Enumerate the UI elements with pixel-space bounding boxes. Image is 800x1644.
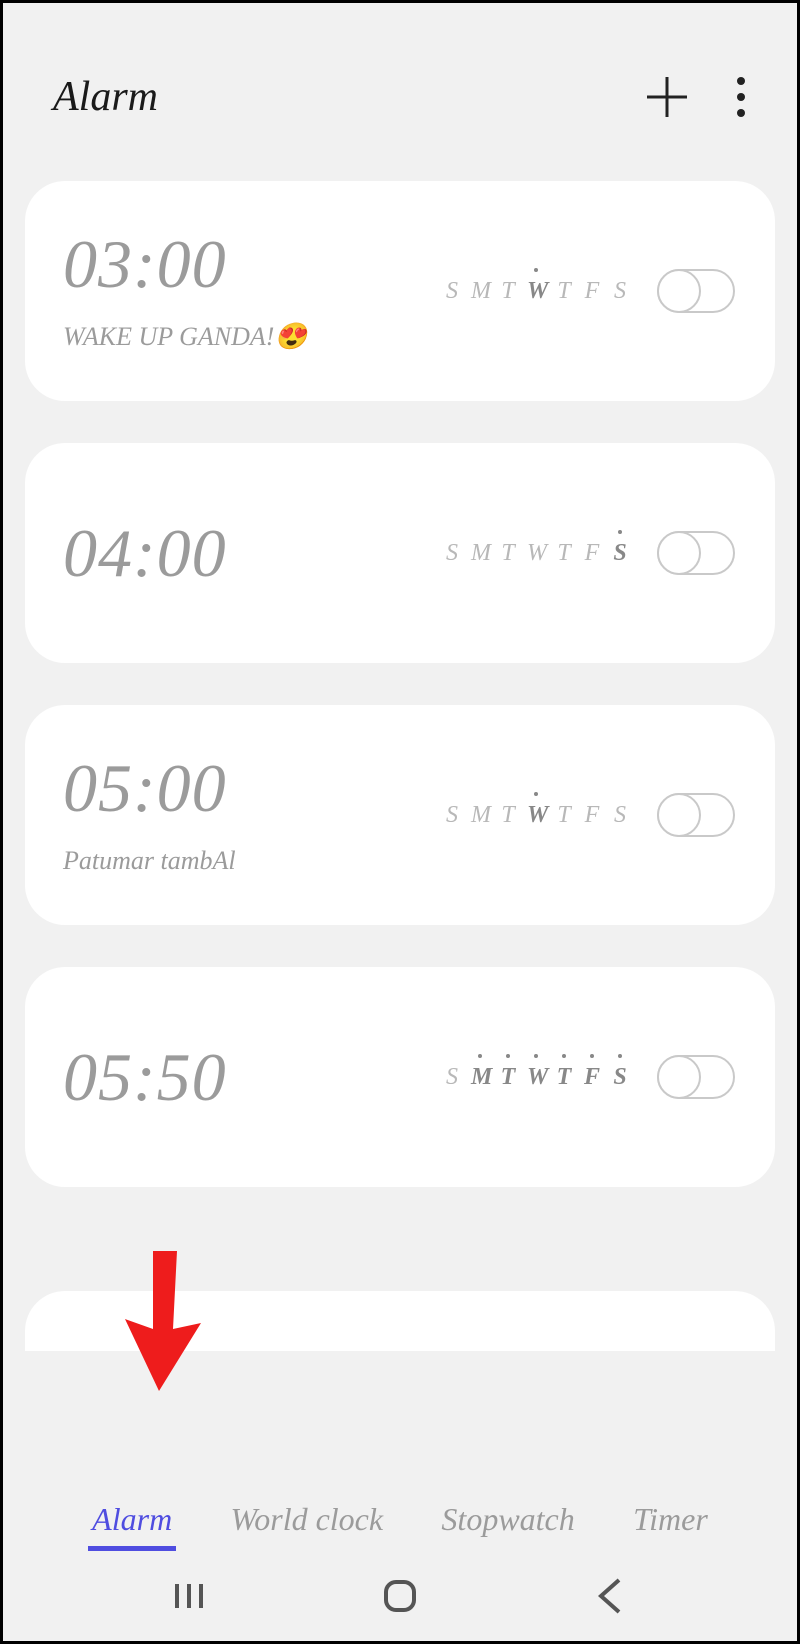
day-letter: T <box>555 802 573 829</box>
more-vertical-icon <box>736 75 746 119</box>
header: Alarm <box>3 3 797 181</box>
alarm-toggle[interactable] <box>657 793 735 837</box>
day-letter: W <box>527 540 545 567</box>
home-icon <box>380 1576 420 1616</box>
day-letter: F <box>583 1064 601 1091</box>
alarm-time: 05:50 <box>63 1043 443 1111</box>
day-letter: W <box>527 1064 545 1091</box>
more-options-button[interactable] <box>725 73 757 121</box>
page-title: Alarm <box>53 73 643 121</box>
alarm-time: 04:00 <box>63 519 443 587</box>
day-letter: T <box>499 278 517 305</box>
alarm-card[interactable]: 05:00Patumar tambAlSMTWTFS <box>25 705 775 925</box>
day-letter: T <box>555 1064 573 1091</box>
day-letter: S <box>611 1064 629 1091</box>
alarm-card[interactable]: 04:00SMTWTFS <box>25 443 775 663</box>
alarm-info: 03:00 WAKE UP GANDA!😍 <box>63 230 443 352</box>
home-button[interactable] <box>376 1572 424 1620</box>
day-letter: T <box>499 540 517 567</box>
day-letter: F <box>583 540 601 567</box>
day-letter: W <box>527 802 545 829</box>
day-letter: T <box>555 540 573 567</box>
alarm-days: SMTWTFS <box>443 802 629 829</box>
alarm-days: SMTWTFS <box>443 278 629 305</box>
alarm-card-partial[interactable] <box>25 1291 775 1351</box>
alarm-info: 04:00 <box>63 519 443 587</box>
day-letter: S <box>611 278 629 305</box>
recents-button[interactable] <box>165 1572 213 1620</box>
alarm-toggle[interactable] <box>657 1055 735 1099</box>
alarm-info: 05:50 <box>63 1043 443 1111</box>
tab-alarm[interactable]: Alarm <box>88 1493 176 1551</box>
back-icon <box>591 1576 631 1616</box>
day-letter: T <box>555 278 573 305</box>
day-letter: T <box>499 1064 517 1091</box>
add-alarm-button[interactable] <box>643 73 691 121</box>
day-letter: S <box>611 540 629 567</box>
day-letter: M <box>471 540 489 567</box>
day-letter: S <box>443 278 461 305</box>
day-letter: M <box>471 278 489 305</box>
alarm-card[interactable]: 03:00WAKE UP GANDA!😍SMTWTFS <box>25 181 775 401</box>
plus-icon <box>645 75 689 119</box>
bottom-tabs: Alarm World clock Stopwatch Timer <box>3 1493 797 1551</box>
alarm-toggle[interactable] <box>657 269 735 313</box>
alarm-days: SMTWTFS <box>443 1064 629 1091</box>
alarm-label: Patumar tambAl <box>63 846 443 876</box>
tab-timer[interactable]: Timer <box>629 1493 712 1551</box>
alarm-list: 03:00WAKE UP GANDA!😍SMTWTFS04:00SMTWTFS0… <box>3 181 797 1187</box>
alarm-time: 03:00 <box>63 230 443 298</box>
day-letter: M <box>471 1064 489 1091</box>
tab-stopwatch[interactable]: Stopwatch <box>437 1493 578 1551</box>
alarm-time: 05:00 <box>63 754 443 822</box>
back-button[interactable] <box>587 1572 635 1620</box>
day-letter: W <box>527 278 545 305</box>
alarm-card[interactable]: 05:50SMTWTFS <box>25 967 775 1187</box>
day-letter: S <box>443 802 461 829</box>
alarm-toggle[interactable] <box>657 531 735 575</box>
android-nav-bar <box>3 1561 797 1631</box>
day-letter: S <box>443 1064 461 1091</box>
day-letter: M <box>471 802 489 829</box>
tab-world-clock[interactable]: World clock <box>227 1493 388 1551</box>
alarm-days: SMTWTFS <box>443 540 629 567</box>
alarm-info: 05:00 Patumar tambAl <box>63 754 443 876</box>
recents-icon <box>169 1576 209 1616</box>
day-letter: S <box>443 540 461 567</box>
day-letter: S <box>611 802 629 829</box>
alarm-label: WAKE UP GANDA!😍 <box>63 322 443 352</box>
day-letter: F <box>583 802 601 829</box>
day-letter: F <box>583 278 601 305</box>
day-letter: T <box>499 802 517 829</box>
